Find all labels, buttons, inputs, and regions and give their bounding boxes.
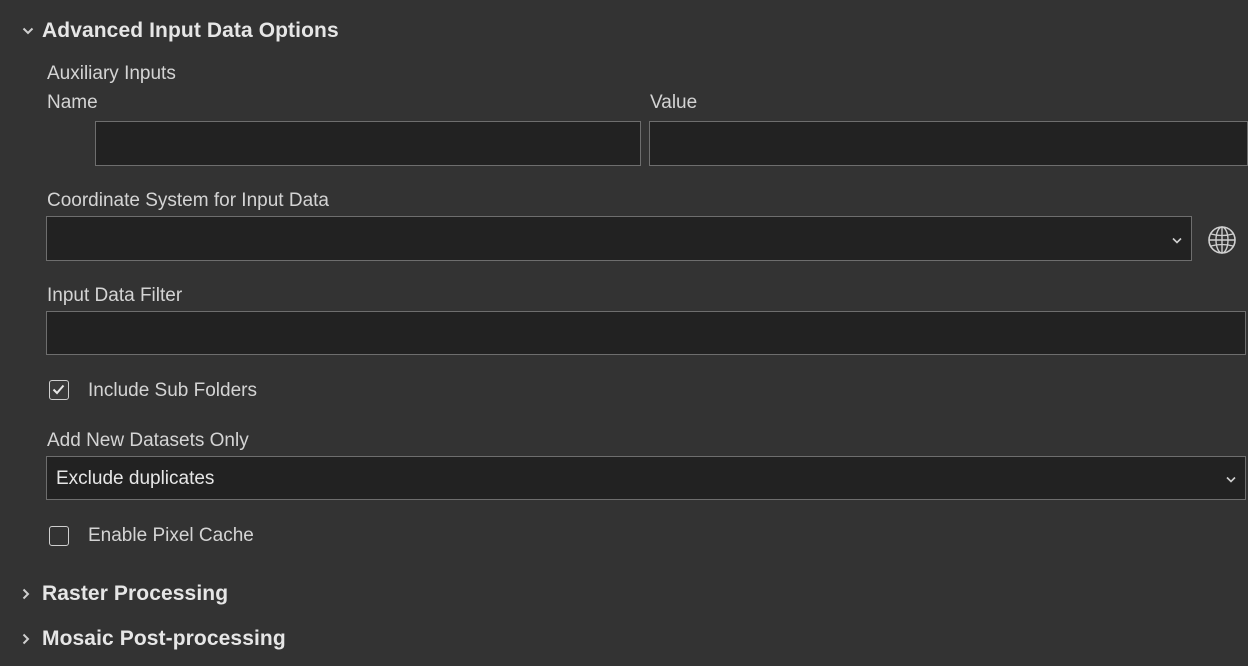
add-new-datasets-only-dropdown[interactable]: Exclude duplicates <box>46 456 1246 500</box>
coordinate-system-dropdown[interactable] <box>46 216 1192 261</box>
chevron-down-icon <box>1226 467 1236 489</box>
section-header-mosaic-post-processing[interactable]: Mosaic Post-processing <box>22 627 286 651</box>
coordinate-system-label: Coordinate System for Input Data <box>47 190 329 211</box>
chevron-right-icon <box>22 633 42 645</box>
column-header-name: Name <box>47 92 98 113</box>
include-sub-folders-label: Include Sub Folders <box>88 380 257 401</box>
chevron-right-icon <box>22 588 42 600</box>
input-data-filter-text[interactable] <box>47 312 1245 354</box>
section-title: Raster Processing <box>42 582 229 605</box>
chevron-down-icon <box>22 27 42 35</box>
auxiliary-value-input[interactable] <box>649 121 1248 166</box>
add-new-datasets-only-label: Add New Datasets Only <box>47 430 249 451</box>
chevron-down-icon <box>1172 228 1182 250</box>
auxiliary-name-text[interactable] <box>96 122 640 165</box>
checkmark-icon <box>52 384 65 395</box>
auxiliary-value-text[interactable] <box>650 122 1247 165</box>
column-header-value: Value <box>650 92 698 113</box>
input-data-filter-input[interactable] <box>46 311 1246 355</box>
enable-pixel-cache-checkbox[interactable] <box>49 526 69 546</box>
section-title: Advanced Input Data Options <box>42 19 339 42</box>
include-sub-folders-checkbox[interactable] <box>49 380 69 400</box>
section-header-raster-processing[interactable]: Raster Processing <box>22 582 228 606</box>
auxiliary-inputs-label: Auxiliary Inputs <box>47 63 176 84</box>
input-data-filter-label: Input Data Filter <box>47 285 183 306</box>
auxiliary-name-input[interactable] <box>95 121 641 166</box>
section-title: Mosaic Post-processing <box>42 627 286 650</box>
enable-pixel-cache-label: Enable Pixel Cache <box>88 525 254 546</box>
section-header-advanced-input-data-options[interactable]: Advanced Input Data Options <box>22 19 339 43</box>
add-new-datasets-only-value: Exclude duplicates <box>56 468 215 489</box>
globe-icon[interactable] <box>1206 224 1238 256</box>
